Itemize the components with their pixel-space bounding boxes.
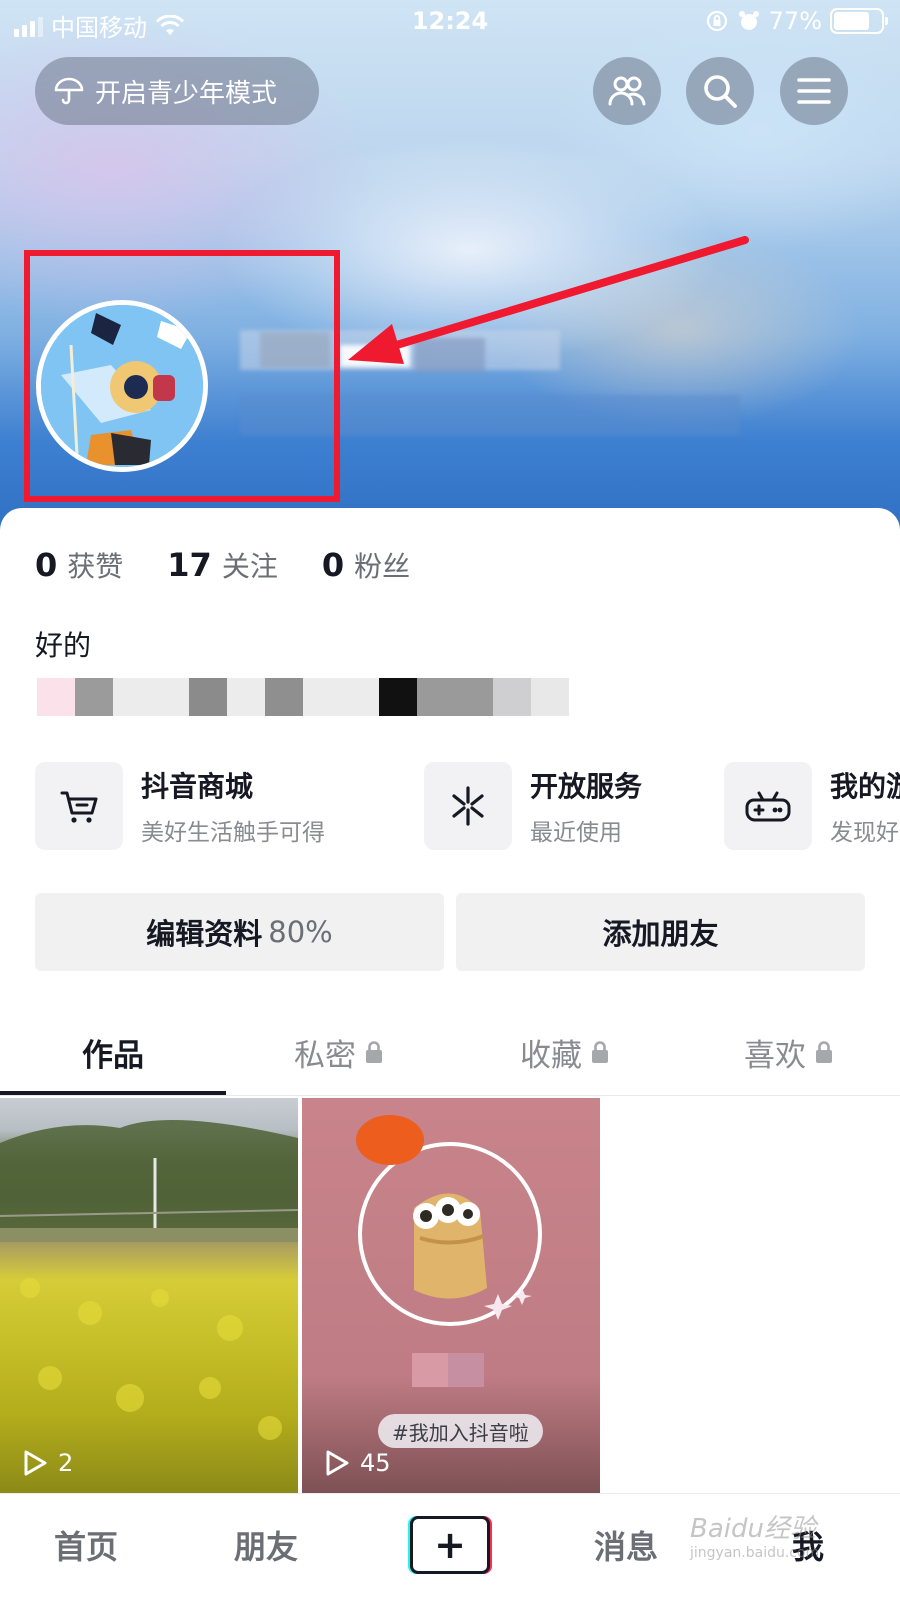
edit-profile-button[interactable]: 编辑资料 80% <box>35 893 444 971</box>
service-subtitle: 美好生活触手可得 <box>141 820 325 846</box>
stat-following[interactable]: 17 关注 <box>167 545 278 585</box>
video-tile[interactable]: #我加入抖音啦 45 <box>302 1098 600 1493</box>
profile-bio: 好的 <box>35 629 92 662</box>
video-thumbnail <box>0 1120 298 1440</box>
stat-label: 获赞 <box>67 550 124 583</box>
tab-label: 作品 <box>82 1037 144 1074</box>
stat-label: 关注 <box>221 550 278 583</box>
lock-icon <box>366 1041 382 1063</box>
status-bar: 中国移动 12:24 77% <box>0 0 900 44</box>
video-tile[interactable]: 2 <box>0 1098 298 1493</box>
stat-likes[interactable]: 0 获赞 <box>35 545 123 585</box>
plus-icon: + <box>410 1516 490 1574</box>
stat-value: 0 <box>321 546 345 584</box>
rotation-lock-icon <box>706 10 727 32</box>
tab-label: 喜欢 <box>744 1037 806 1074</box>
play-count-value: 2 <box>58 1449 74 1477</box>
pixelated-info <box>37 678 569 716</box>
battery-icon <box>830 8 888 34</box>
watermark-brand: Baidu经验 <box>690 1514 816 1544</box>
profile-completion: 80% <box>268 915 333 949</box>
tab-favorites[interactable]: 收藏 <box>452 1012 678 1092</box>
service-mall[interactable]: 抖音商城 美好生活触手可得 <box>35 762 325 850</box>
watermark-url: jingyan.baidu.com <box>690 1545 820 1561</box>
content-tabs: 作品 私密 收藏 喜欢 <box>0 1012 900 1096</box>
service-open[interactable]: 开放服务 最近使用 <box>424 762 642 850</box>
asterisk-icon <box>424 762 512 850</box>
search-button[interactable] <box>686 57 754 125</box>
tab-private[interactable]: 私密 <box>226 1012 452 1092</box>
stat-value: 0 <box>35 546 58 584</box>
teen-mode-label: 开启青少年模式 <box>95 78 278 109</box>
menu-icon <box>797 78 831 104</box>
gamepad-icon <box>724 762 812 850</box>
add-friend-button[interactable]: 添加朋友 <box>456 893 865 971</box>
edit-profile-label: 编辑资料 <box>146 917 263 951</box>
battery-percent: 77% <box>768 7 822 35</box>
service-subtitle: 发现好 <box>830 820 899 846</box>
tab-works[interactable]: 作品 <box>0 1012 226 1092</box>
people-icon <box>608 76 646 106</box>
service-title: 开放服务 <box>530 770 643 803</box>
nav-friends[interactable]: 朋友 <box>234 1522 298 1568</box>
tab-likes[interactable]: 喜欢 <box>678 1012 900 1092</box>
add-friend-label: 添加朋友 <box>602 917 719 951</box>
nav-messages[interactable]: 消息 <box>594 1522 658 1568</box>
tab-label: 私密 <box>294 1037 356 1074</box>
lock-icon <box>816 1041 832 1063</box>
alarm-icon <box>738 11 759 30</box>
profile-stats: 0 获赞 17 关注 0 粉丝 <box>35 545 410 585</box>
stat-value: 17 <box>167 546 212 584</box>
cart-icon <box>35 762 123 850</box>
service-subtitle: 最近使用 <box>530 820 622 846</box>
teen-mode-button[interactable]: 开启青少年模式 <box>35 57 319 125</box>
search-icon <box>704 75 737 108</box>
friends-button[interactable] <box>593 57 661 125</box>
tab-label: 收藏 <box>520 1037 582 1074</box>
play-icon <box>24 1450 47 1476</box>
lock-icon <box>592 1041 608 1063</box>
tabs-divider <box>0 1095 900 1096</box>
highlight-box <box>24 250 340 502</box>
play-count-value: 45 <box>360 1449 391 1477</box>
service-games[interactable]: 我的游 发现好 <box>724 762 900 850</box>
hashtag-badge[interactable]: #我加入抖音啦 <box>378 1414 543 1448</box>
menu-button[interactable] <box>780 57 848 125</box>
watermark: Baidu经验 jingyan.baidu.com <box>690 1508 819 1561</box>
annotation-arrow <box>348 236 749 364</box>
umbrella-icon <box>54 77 84 105</box>
play-icon <box>326 1450 349 1476</box>
play-count: 45 <box>324 1449 391 1477</box>
status-right: 77% <box>705 7 888 35</box>
create-button[interactable]: + <box>408 1516 492 1574</box>
battery-fill <box>834 12 870 30</box>
play-count: 2 <box>22 1449 73 1477</box>
service-title: 我的游 <box>830 770 900 803</box>
stat-followers[interactable]: 0 粉丝 <box>322 545 410 585</box>
service-title: 抖音商城 <box>141 770 254 803</box>
stat-label: 粉丝 <box>354 550 411 583</box>
nav-home[interactable]: 首页 <box>54 1522 118 1568</box>
